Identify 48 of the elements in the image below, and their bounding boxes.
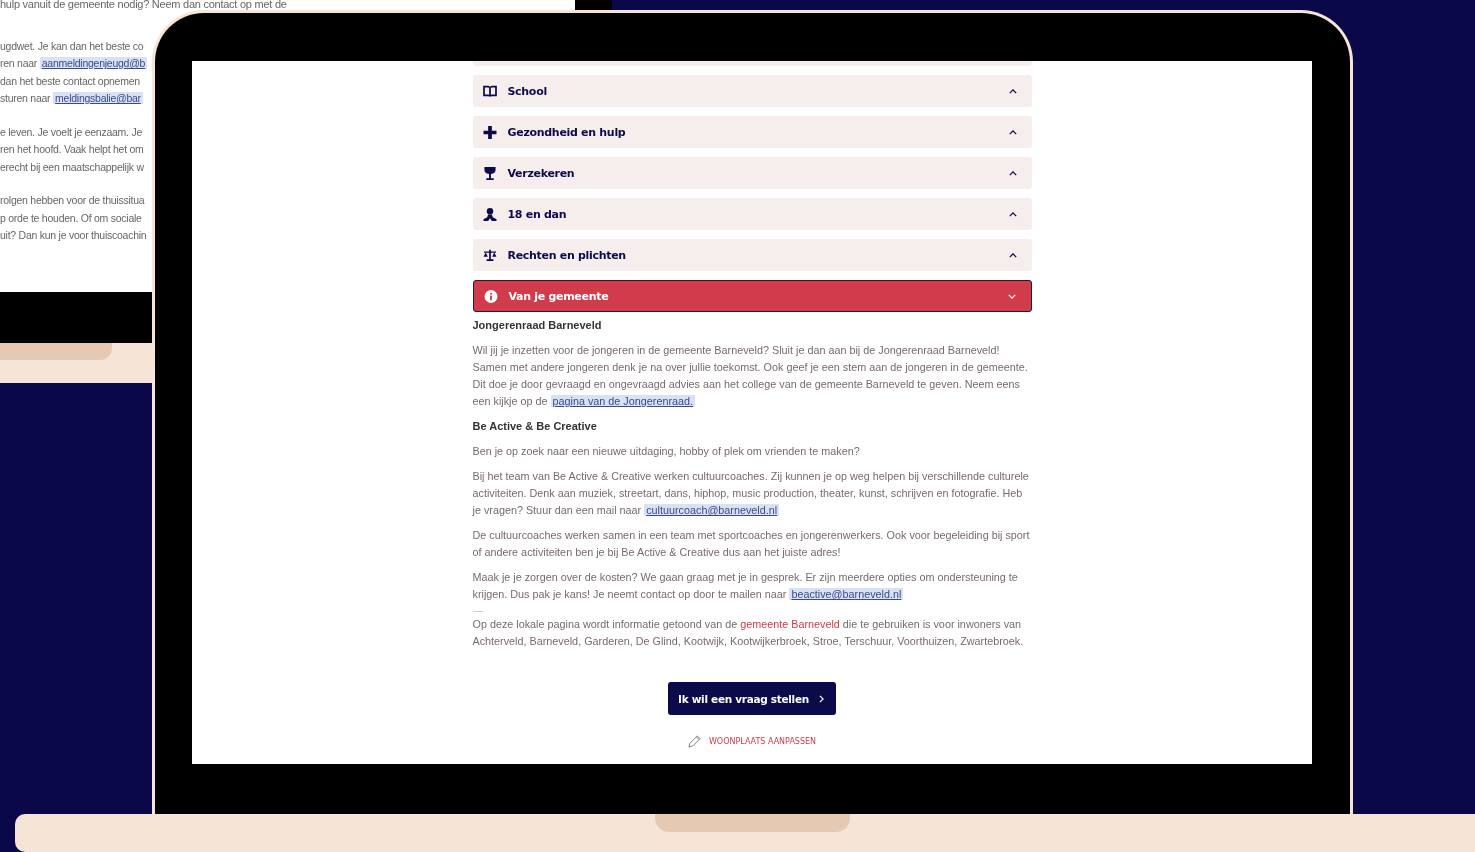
text-fragment: e leven. Je voelt je eenzaam. Je [0, 124, 142, 140]
change-location-link[interactable]: WOONPLAATS AANPASSEN [708, 737, 817, 746]
text-fragment: erecht bij een maatschappelijk w [0, 159, 144, 175]
text-fragment: ren het hoofd. Vaak helpt het om [0, 142, 144, 157]
paragraph: Maak je je zorgen over de kosten? We gaan graag met je in gesprek. Er zijn meerdere opties om ondersteuning te krijgen. Dus pak je kans! Je neemt contact op door te mailen naar beactive@barneveld.nl [472, 570, 1019, 602]
question-button[interactable]: Ik wil een vraag stellen [668, 682, 836, 715]
chevron-icon [1008, 129, 1017, 135]
chevron-icon [818, 694, 824, 703]
plus-icon [482, 125, 497, 139]
pencil-icon [687, 735, 701, 748]
chevron-icon [1008, 252, 1017, 258]
accordion-header[interactable] [472, 61, 1032, 66]
scale-icon [482, 249, 497, 261]
text-fragment: uit? Dan kun je voor thuiscoachin [0, 228, 147, 243]
paragraph: Ben je op zoek naar een nieuwe uitdaging, hobby of plek om vrienden te maken? [472, 444, 861, 459]
section-heading: Be Active & Be Creative [472, 419, 598, 434]
chevron-icon [1008, 170, 1017, 176]
paragraph: Bij het team van Be Active & Creative werken cultuurcoaches. Zij kunnen je op weg helpen bij verschillende culturele activiteiten. Denk aan muziek, streetart, dans, hiphop, music production, theater, kunst, schrijven en fotografie. Heb je vragen? Stuur dan een mail naar cultuurcoach@barneveld.nl [472, 469, 1030, 518]
email-link[interactable]: cultuurcoach@barneveld.nl [644, 504, 780, 516]
text-fragment: rolgen hebben voor de thuissitua [0, 193, 145, 208]
email-link[interactable]: pagina van de Jongerenraad. [550, 395, 695, 407]
text-fragment: ren naar aanmeldingenjeugd@b [0, 56, 148, 71]
accordion-header[interactable]: School [472, 75, 1032, 107]
chevron-icon [1008, 88, 1017, 94]
accordion-header[interactable]: Rechten en plichten [472, 239, 1032, 271]
chevron-icon [1008, 211, 1017, 217]
accordion-header[interactable]: 18 en dan [472, 198, 1032, 230]
chevron-icon [1007, 293, 1016, 299]
accordion-header[interactable]: Verzekeren [472, 157, 1032, 189]
text-fragment: ugdwet. Je kan dan het beste co [0, 38, 144, 54]
text-fragment: p orde te houden. Of om sociale [0, 210, 142, 226]
text-fragment: dan het beste contact opnemen [0, 73, 140, 89]
paragraph: De cultuurcoaches werken samen in een team met sportcoaches en jongerenwerkers. Ook voor begeleiding bij sport of andere activiteiten ben je bij Be Active & Creative dus aan het juiste adres! [472, 528, 1031, 560]
text-fragment: sturen naar meldingsbalie@bar [0, 91, 143, 106]
accordion-header[interactable]: Gezondheid en hulp [472, 116, 1032, 148]
person-icon [482, 207, 497, 221]
section-heading: Jongerenraad Barneveld [472, 318, 603, 333]
email-link[interactable]: meldingsbalie@bar [53, 92, 143, 104]
info-icon [483, 289, 498, 303]
email-link[interactable]: aanmeldingenjeugd@b [39, 57, 148, 69]
paragraph: Wil jij je inzetten voor de jongeren in de gemeente Barneveld? Sluit je dan aan bij de Jongerenraad Barneveld! Samen met andere jongeren denk je na over jullie toekomst. Ook geef je een stem aan de jongeren in de gemeente. Dit doe je door gevraagd en ongevraagd advies aan het college van de gemeente Barneveld te geven. Neem eens een kijkje op de pagina van de Jongerenraad. [472, 343, 1029, 409]
email-link[interactable]: beactive@barneveld.nl [789, 588, 904, 600]
book-icon [482, 85, 497, 97]
text-fragment: hulp vanuit de gemeente nodig? Neem dan contact op met de [0, 0, 287, 12]
municipality-link[interactable]: gemeente Barneveld [740, 618, 840, 630]
footnote: Op deze lokale pagina wordt informatie getoond van de gemeente Barneveld die te gebruiken is voor inwoners van Achterveld, Barneveld, Garderen, De Glind, Kootwijk, Kootwijkerbroek, Stroe, Terschuur, Voorthuizen, Zwartebroek. [472, 617, 1025, 649]
accordion-header[interactable]: Van je gemeente [472, 280, 1032, 312]
glass-icon [482, 166, 497, 180]
